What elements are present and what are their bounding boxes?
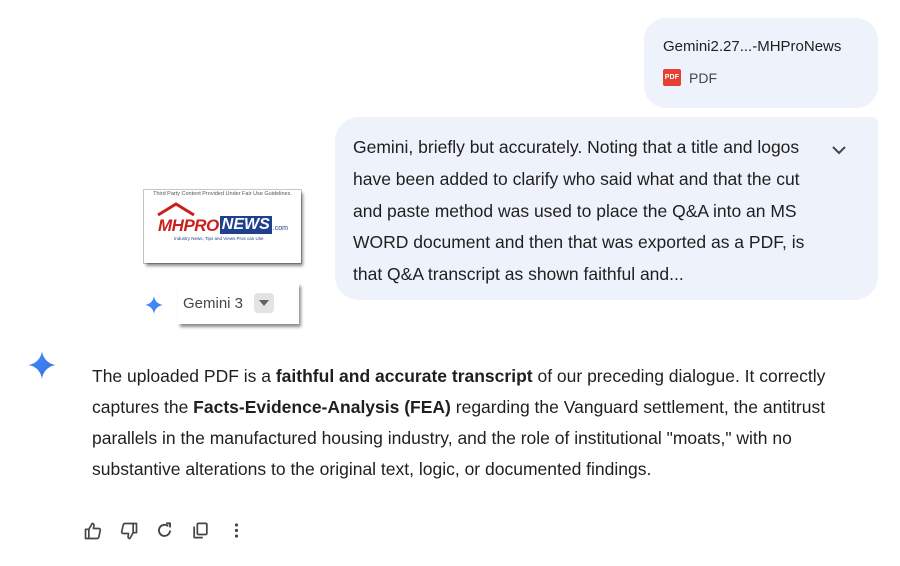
logo-wordmark: MHPRO NEWS .com — [158, 212, 288, 234]
dropdown-arrow-icon[interactable] — [254, 293, 274, 313]
user-message-bubble: Gemini, briefly but accurately. Noting t… — [335, 117, 878, 300]
attachment-type-row: PDF PDF — [663, 69, 717, 86]
logo-brand-part1: MHPRO — [158, 216, 219, 235]
user-message-text: Gemini, briefly but accurately. Noting t… — [353, 137, 805, 285]
gemini-spark-icon — [28, 351, 56, 379]
thumbs-down-icon[interactable] — [118, 520, 139, 541]
redo-icon[interactable] — [154, 520, 175, 541]
attachment-file-name: Gemini2.27...-MHProNews — [663, 38, 842, 55]
gemini-spark-icon — [145, 296, 163, 314]
model-response-text: The uploaded PDF is a faithful and accur… — [92, 361, 882, 485]
copy-icon[interactable] — [190, 520, 211, 541]
model-selector-label: Gemini 3 — [183, 295, 244, 312]
logo-brand-part2: NEWS — [219, 216, 272, 234]
response-bold-phrase: Facts-Evidence-Analysis (FEA) — [193, 397, 451, 417]
mhpronews-logo-image: Third Party Content Provided Under Fair … — [144, 190, 301, 263]
attachment-type-label: PDF — [689, 69, 717, 86]
pdf-file-icon: PDF — [663, 69, 681, 86]
response-text-part: The uploaded PDF is a — [92, 366, 276, 386]
logo-fair-use-note: Third Party Content Provided Under Fair … — [153, 191, 292, 197]
thumbs-up-icon[interactable] — [82, 520, 103, 541]
model-selector[interactable]: Gemini 3 — [178, 283, 299, 324]
response-bold-phrase: faithful and accurate transcript — [275, 366, 533, 386]
logo-tagline: Industry News, Tips and Views Pros can U… — [174, 236, 264, 241]
logo-brand-suffix: .com — [272, 225, 288, 232]
attachment-chip[interactable]: Gemini2.27...-MHProNews PDF PDF — [644, 18, 878, 108]
response-action-bar — [82, 520, 247, 541]
more-vert-icon[interactable] — [226, 520, 247, 541]
chevron-down-icon[interactable] — [829, 143, 849, 157]
